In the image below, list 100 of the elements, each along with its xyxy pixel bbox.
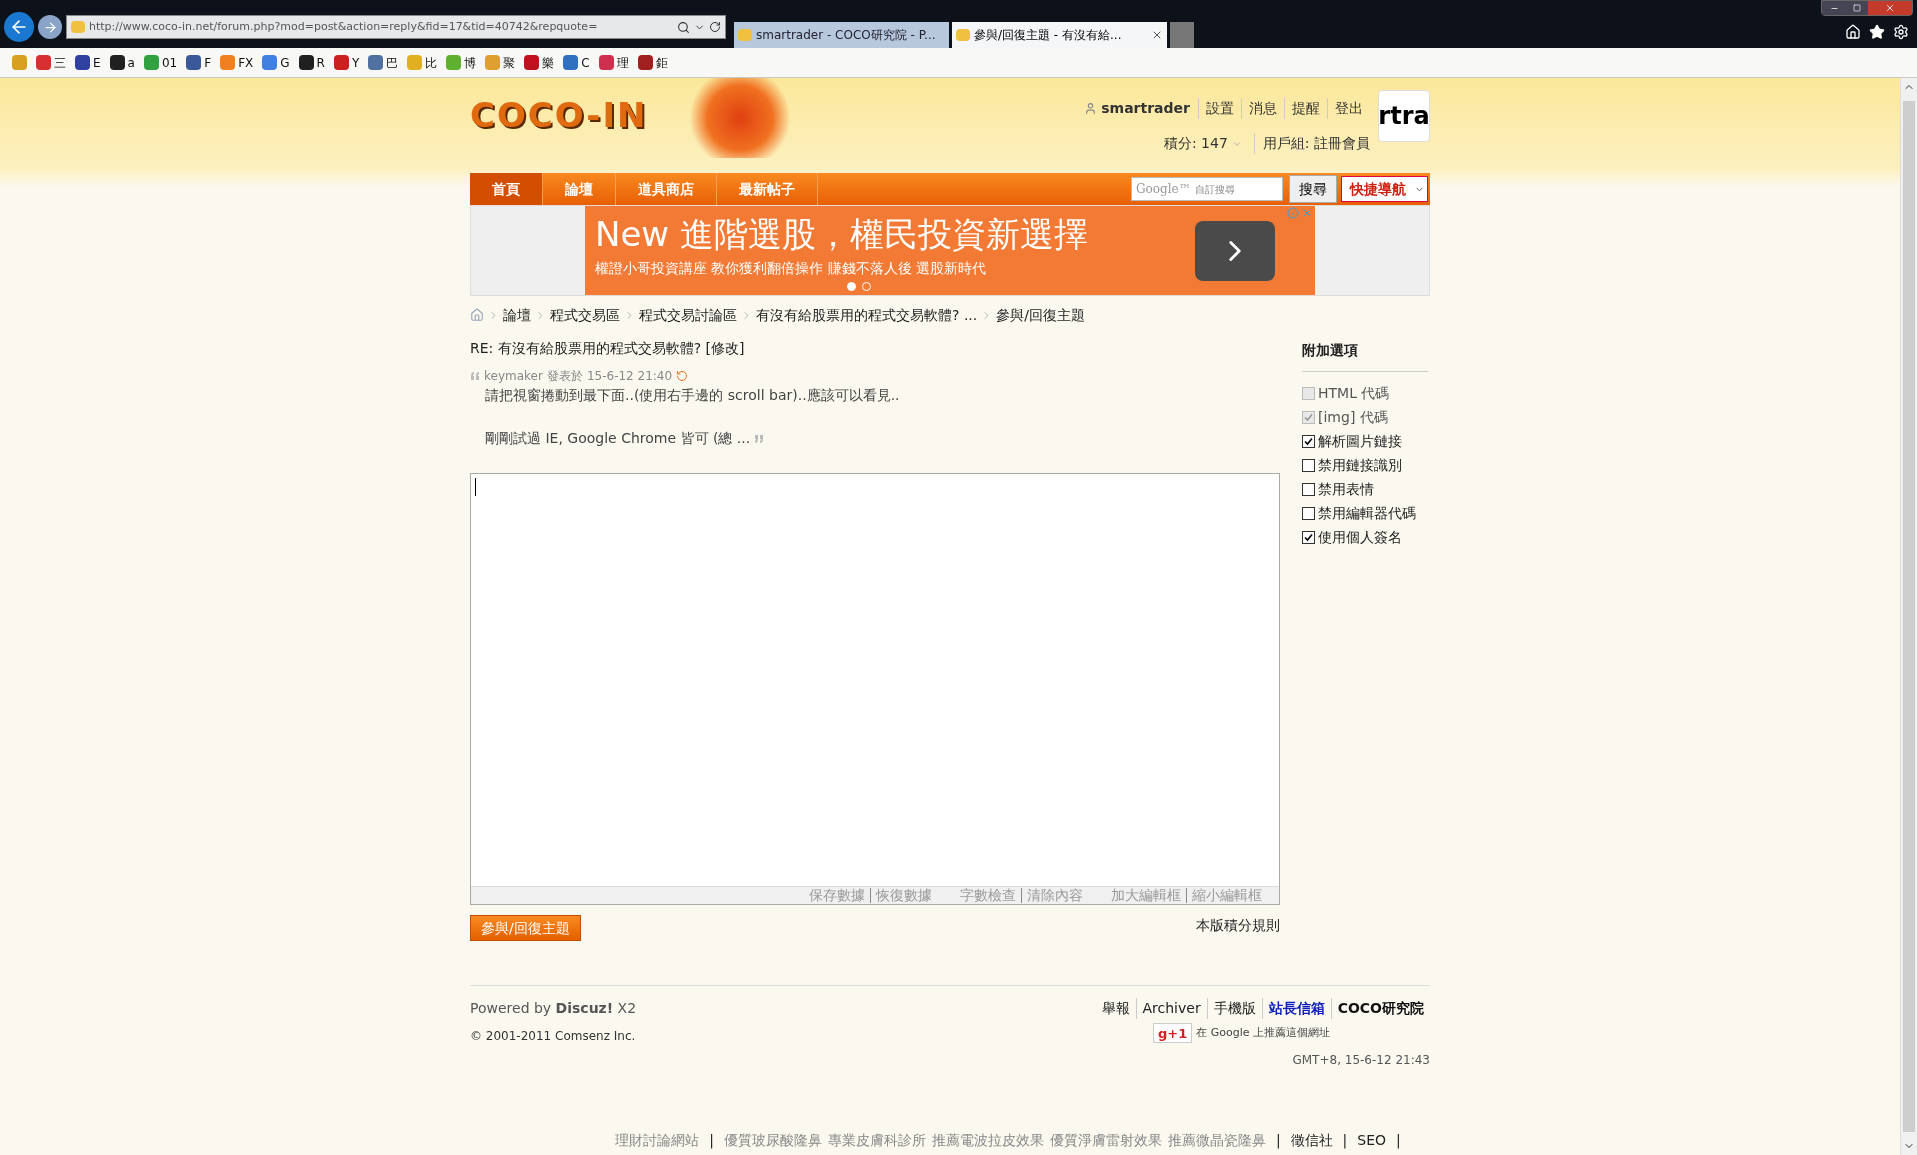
footer-link[interactable]: 舉報	[1095, 998, 1136, 1019]
separator-text: |	[1341, 1131, 1349, 1151]
checkmark-icon	[1304, 413, 1313, 422]
star-icon[interactable]	[1869, 24, 1885, 40]
quick-nav-button[interactable]: 快捷導航	[1341, 176, 1428, 202]
credit-rules-link[interactable]: 本版積分規則	[1196, 915, 1280, 936]
favorite-icon[interactable]	[298, 55, 314, 70]
option-label[interactable]: 禁用表情	[1318, 480, 1374, 498]
favorite-link[interactable]: 比	[425, 53, 438, 72]
refresh-icon[interactable]	[709, 21, 721, 33]
option-label[interactable]: 禁用鏈接識別	[1318, 456, 1402, 474]
nav-tab[interactable]: 首頁	[470, 173, 543, 205]
breadcrumb-link[interactable]: 參與/回復主題	[996, 304, 1085, 326]
bottom-link[interactable]: SEO	[1357, 1130, 1387, 1151]
bottom-link[interactable]: 優質玻尿酸隆鼻	[723, 1130, 822, 1151]
bottom-link[interactable]: 徵信社	[1290, 1130, 1333, 1151]
quote-text: 剛剛試過 IE, Google Chrome 皆可 (總 ...	[485, 429, 751, 448]
favorite-link[interactable]: 聚	[503, 53, 516, 72]
user-icon	[1084, 102, 1098, 115]
footer-link[interactable]: 手機版	[1206, 998, 1262, 1019]
favorite-link[interactable]: 理	[616, 53, 629, 72]
restore-button[interactable]	[1846, 1, 1868, 15]
tab-favicon-icon	[738, 29, 752, 41]
user-group-text: 用戶組: 註冊會員	[1253, 133, 1370, 154]
user-menu-link[interactable]: 設置	[1198, 98, 1241, 119]
quote-author[interactable]: keymaker	[484, 367, 543, 385]
close-icon	[1885, 3, 1895, 13]
favorite-icon[interactable]	[186, 55, 202, 70]
scrollbar-thumb[interactable]	[1903, 101, 1915, 1132]
bottom-link[interactable]: 推薦微晶瓷隆鼻	[1167, 1130, 1266, 1151]
bottom-link[interactable]: 理財討論網站	[615, 1130, 700, 1151]
user-menu-link[interactable]: 消息	[1241, 98, 1284, 119]
open-quote-icon	[470, 372, 480, 380]
bottom-link[interactable]: 專業皮膚科診所	[827, 1130, 926, 1151]
favorite-link[interactable]: Y	[351, 53, 360, 72]
back-button[interactable]	[4, 12, 34, 42]
option-label[interactable]: 解析圖片鏈接	[1318, 432, 1402, 450]
url-text: http://www.coco-in.net/forum.php?mod=post&action=reply&fid=17&tid=40742&repquote=	[89, 18, 599, 35]
favorite-link[interactable]: 巴	[386, 53, 399, 72]
close-tab-icon[interactable]	[1151, 29, 1163, 41]
favorite-link[interactable]: G	[280, 53, 290, 72]
forward-button[interactable]	[38, 15, 62, 39]
quote-time: 15-6-12 21:40	[586, 368, 673, 385]
google-plus-one-button[interactable]: g+1	[1152, 1023, 1193, 1043]
option-checkbox[interactable]	[1302, 459, 1315, 472]
favorite-link[interactable]: 樂	[542, 53, 555, 72]
settings-icon[interactable]	[1893, 24, 1909, 40]
breadcrumb-link[interactable]: 論壇	[503, 304, 531, 326]
favorite-icon[interactable]	[637, 55, 653, 70]
favorite-link[interactable]: FX	[238, 53, 254, 72]
favorite-icon[interactable]	[109, 55, 125, 70]
ad-next-button[interactable]	[1195, 220, 1275, 281]
footer-link[interactable]: COCO研究院	[1330, 998, 1430, 1019]
google-recommend-text: 在 Google 上推薦這個網址	[1196, 1024, 1330, 1041]
favorite-link[interactable]: 三	[54, 53, 66, 72]
separator-text: |	[1274, 1131, 1282, 1151]
option-checkbox[interactable]	[1302, 507, 1315, 520]
favorite-link[interactable]: R	[316, 53, 325, 72]
separator-text: |	[1395, 1131, 1402, 1151]
browser-tab[interactable]: smartrader - COCO研究院 - P...	[734, 22, 949, 48]
forward-arrow-icon	[42, 19, 58, 35]
checkmark-icon	[1304, 533, 1313, 542]
ad-headline: New 進階選股，權民投資新選擇	[595, 214, 1089, 254]
favorite-link[interactable]: C	[581, 53, 590, 72]
avatar[interactable]: rtra	[1378, 90, 1430, 142]
footer-link[interactable]: 站長信箱	[1261, 998, 1331, 1019]
bottom-link[interactable]: 優質淨膚雷射效果	[1049, 1130, 1162, 1151]
favorite-link[interactable]: 01	[161, 53, 178, 72]
option-label[interactable]: 使用個人簽名	[1318, 528, 1402, 546]
footer-link[interactable]: Archiver	[1135, 998, 1207, 1019]
google-brand-text: Google™	[1136, 181, 1191, 198]
favorite-link[interactable]: F	[204, 53, 212, 72]
option-checkbox[interactable]	[1302, 435, 1315, 448]
quote-text: 請把視窗捲動到最下面..(使用右手邊的 scroll bar)..應該可以看見..	[485, 386, 900, 405]
option-checkbox[interactable]	[1302, 531, 1315, 544]
search-input[interactable]: 自訂搜尋	[1194, 181, 1265, 197]
search-icon[interactable]	[677, 20, 690, 34]
address-bar[interactable]: http://www.coco-in.net/forum.php?mod=post&action=reply&fid=17&tid=40742&repquote=	[66, 15, 726, 39]
credits-link[interactable]: 積分: 147	[1163, 133, 1232, 154]
bottom-link[interactable]: 推薦電波拉皮效果	[931, 1130, 1044, 1151]
option-label[interactable]: 禁用編輯器代碼	[1318, 504, 1416, 522]
user-menu-link[interactable]: 提醒	[1284, 98, 1327, 119]
favorite-link[interactable]: E	[93, 53, 101, 72]
scrollbar[interactable]	[1900, 78, 1917, 1155]
tab-favicon-icon	[956, 29, 970, 41]
option-checkbox[interactable]	[1302, 483, 1315, 496]
browser-tab[interactable]: 參與/回復主題 - 有沒有給...	[952, 22, 1167, 48]
favorite-link[interactable]: a	[127, 53, 135, 72]
post-title: RE: 有沒有給股票用的程式交易軟體? [修改]	[470, 339, 746, 358]
search-button[interactable]: 搜尋	[1289, 175, 1337, 203]
favorite-link[interactable]: 博	[464, 53, 477, 72]
user-menu-link[interactable]: 登出	[1327, 98, 1370, 119]
jump-to-post-icon[interactable]	[676, 370, 689, 382]
favorite-link[interactable]: 鉅	[655, 53, 668, 72]
breadcrumb-link[interactable]: 有沒有給股票用的程式交易軟體? ...	[756, 304, 978, 326]
breadcrumb-link[interactable]: 程式交易討論區	[639, 304, 737, 326]
site-favicon-icon	[71, 21, 85, 33]
username-link[interactable]: smartrader	[1101, 98, 1190, 119]
ad-subline: 權證小哥投資講座 教你獲利翻倍操作 賺錢不落人後 選股新時代	[595, 259, 988, 278]
breadcrumb-link[interactable]: 程式交易區	[550, 304, 620, 326]
